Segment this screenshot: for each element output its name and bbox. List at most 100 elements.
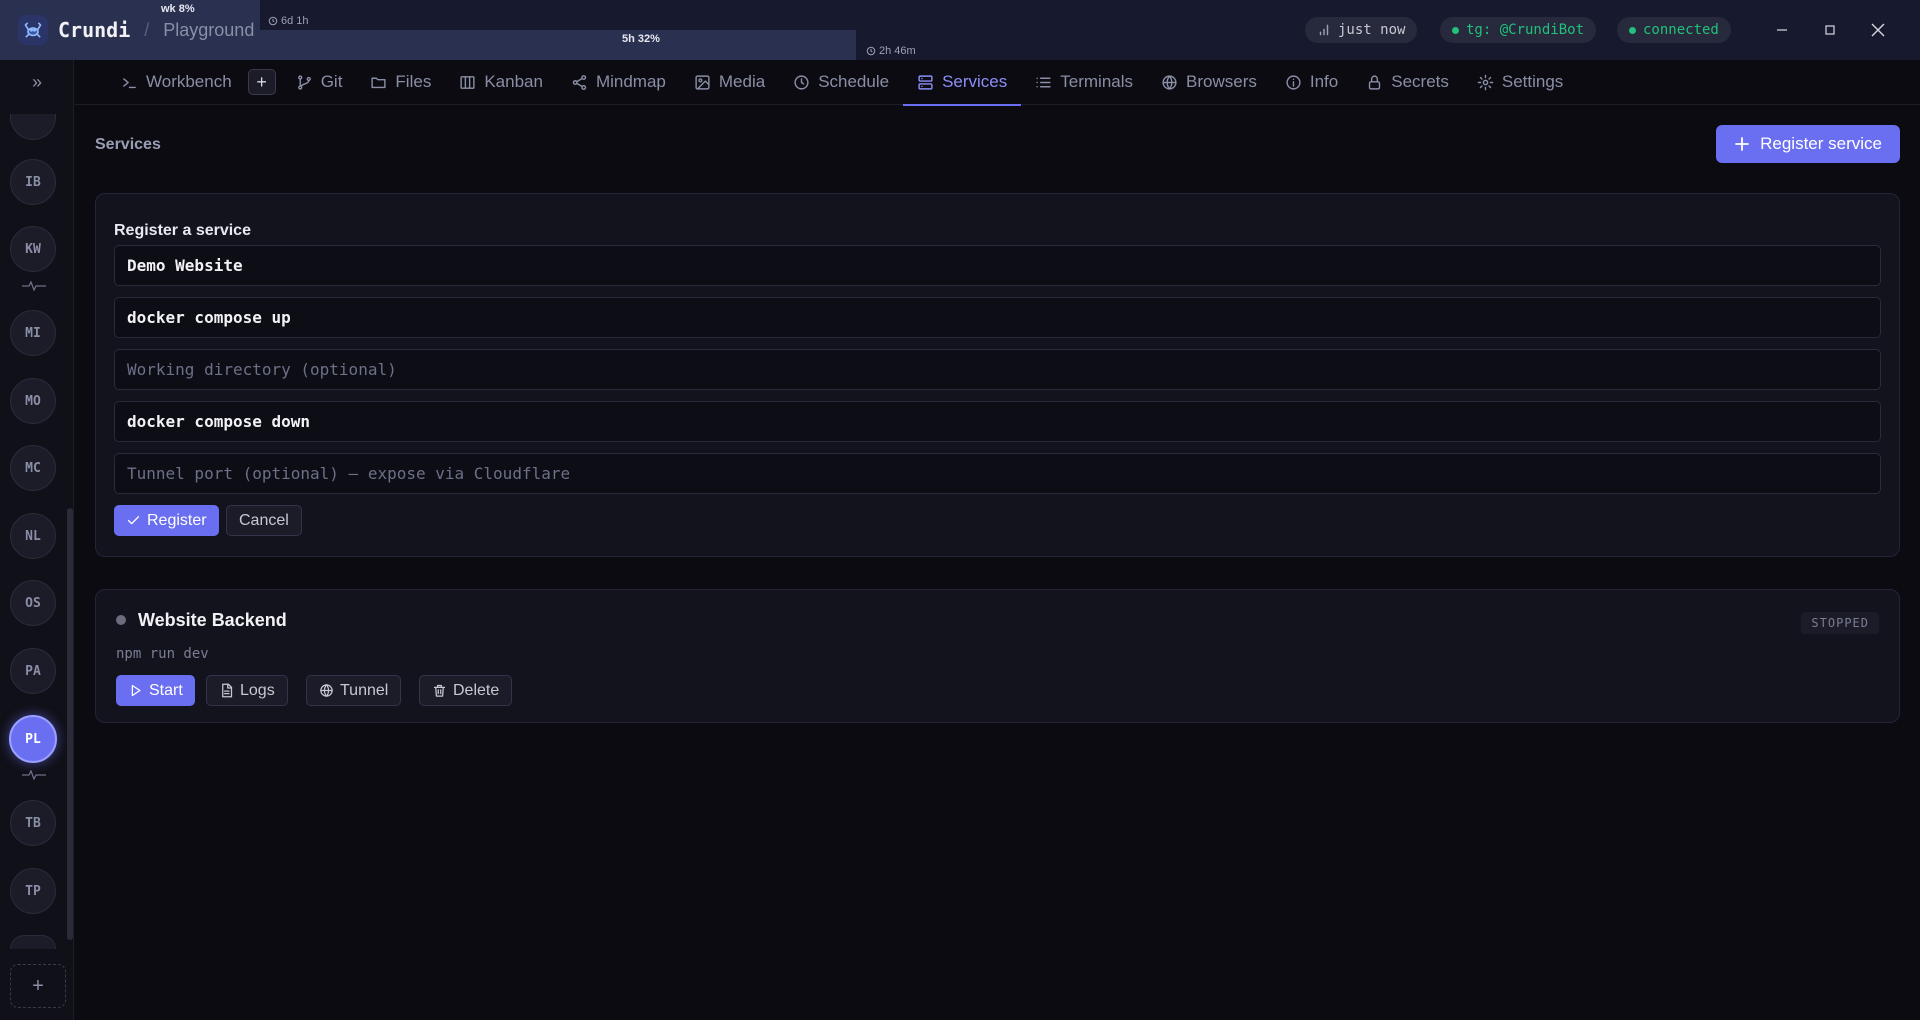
telegram-status-pill[interactable]: tg: @CrundiBot xyxy=(1440,17,1597,43)
brand: Crundi / Playground xyxy=(18,15,254,45)
tab-kanban[interactable]: Kanban xyxy=(445,60,557,105)
sync-status-pill[interactable]: just now xyxy=(1305,17,1418,43)
maximize-window-button[interactable] xyxy=(1810,12,1850,48)
tab-info[interactable]: Info xyxy=(1271,60,1352,105)
delete-label: Delete xyxy=(453,681,500,699)
tab-label: Terminals xyxy=(1060,72,1134,91)
rail-item-project[interactable]: OS xyxy=(10,580,56,626)
telegram-status-dot xyxy=(1452,26,1459,34)
service-name: Website Backend xyxy=(138,610,287,630)
logs-button[interactable]: Logs xyxy=(206,675,288,706)
status-badge: STOPPED xyxy=(1801,612,1879,634)
register-service-label: Register service xyxy=(1760,134,1882,153)
connection-status-pill[interactable]: connected xyxy=(1617,17,1731,43)
rail-item-project[interactable]: MI xyxy=(10,310,56,356)
tab-services[interactable]: Services xyxy=(903,60,1022,106)
activity-pulse-icon xyxy=(22,281,46,291)
weekly-reset-time: 6d 1h xyxy=(268,15,309,27)
start-command-input[interactable] xyxy=(114,297,1881,338)
minimize-window-button[interactable] xyxy=(1762,12,1802,48)
tab-label: Media xyxy=(718,72,766,91)
rail-item-project[interactable]: KW xyxy=(10,226,56,272)
delete-service-button[interactable]: Delete xyxy=(419,675,513,706)
register-service-button[interactable]: Register service xyxy=(1716,125,1900,163)
rail-item-project[interactable]: MC xyxy=(10,445,56,491)
app-name: Crundi xyxy=(58,18,131,42)
crab-logo-icon[interactable] xyxy=(18,15,48,45)
maximize-icon xyxy=(1825,25,1835,35)
rail-item-partial[interactable] xyxy=(10,114,56,140)
tab-git[interactable]: Git xyxy=(282,60,357,105)
weekly-usage-label: wk 8% xyxy=(161,3,195,15)
telegram-status-text: tg: @CrundiBot xyxy=(1466,22,1585,38)
service-command: npm run dev xyxy=(116,646,209,662)
tab-label: Services xyxy=(942,72,1008,91)
play-icon xyxy=(131,684,141,697)
tab-label: Git xyxy=(320,72,343,91)
gear-icon xyxy=(1477,74,1494,90)
rail-item-project[interactable]: TB xyxy=(10,800,56,846)
session-usage-label: 5h 32% xyxy=(622,33,660,45)
tab-settings[interactable]: Settings xyxy=(1463,60,1577,105)
plus-icon: + xyxy=(256,71,267,92)
tab-media[interactable]: Media xyxy=(680,60,779,105)
session-reset-time: 2h 46m xyxy=(866,45,916,57)
tab-terminals[interactable]: Terminals xyxy=(1021,60,1147,105)
tab-mindmap[interactable]: Mindmap xyxy=(557,60,680,105)
rail-item-project[interactable]: TP xyxy=(10,868,56,914)
working-directory-input[interactable] xyxy=(114,349,1881,390)
start-label: Start xyxy=(149,681,183,699)
page-title: Services xyxy=(95,136,161,153)
globe-icon xyxy=(320,684,333,697)
add-project-button[interactable]: + xyxy=(10,964,66,1008)
rail-item-project[interactable]: PA xyxy=(10,648,56,694)
check-icon xyxy=(127,516,140,525)
minimize-icon xyxy=(1777,29,1787,31)
clock-icon xyxy=(794,74,809,90)
expand-rail-button[interactable]: » xyxy=(0,60,74,104)
stop-command-input[interactable] xyxy=(114,401,1881,442)
cancel-label: Cancel xyxy=(239,511,289,529)
trash-icon xyxy=(433,684,446,697)
breadcrumb-separator: / xyxy=(144,19,150,40)
logs-label: Logs xyxy=(240,681,275,699)
tab-label: Mindmap xyxy=(595,72,666,91)
add-workbench-button[interactable]: + xyxy=(247,69,276,95)
submit-register-button[interactable]: Register xyxy=(114,505,219,536)
tab-workbench[interactable]: Workbench xyxy=(107,60,246,105)
cancel-button[interactable]: Cancel xyxy=(226,505,302,536)
tab-schedule[interactable]: Schedule xyxy=(779,60,903,105)
form-title: Register a service xyxy=(114,222,251,239)
tunnel-port-input[interactable] xyxy=(114,453,1881,494)
clock-icon xyxy=(866,46,876,56)
tunnel-button[interactable]: Tunnel xyxy=(306,675,402,706)
rail-item-project[interactable]: IB xyxy=(10,159,56,205)
tab-secrets[interactable]: Secrets xyxy=(1352,60,1463,105)
git-branch-icon xyxy=(297,74,311,90)
session-reset-value: 2h 46m xyxy=(879,45,916,57)
globe-icon xyxy=(1162,74,1177,90)
breadcrumb-project[interactable]: Playground xyxy=(163,20,254,41)
tab-browsers[interactable]: Browsers xyxy=(1147,60,1271,105)
close-window-button[interactable] xyxy=(1858,12,1898,48)
rail-item-project-active[interactable]: PL xyxy=(9,715,57,763)
tab-label: Browsers xyxy=(1186,72,1257,91)
tab-files[interactable]: Files xyxy=(356,60,445,105)
start-service-button[interactable]: Start xyxy=(116,675,195,706)
project-rail: » IB KW MI MO MC NL OS PA PL TB TP + xyxy=(0,60,74,1020)
double-chevron-right-icon: » xyxy=(31,71,42,92)
connection-status-text: connected xyxy=(1643,22,1719,38)
tab-label: Workbench xyxy=(146,72,232,91)
service-status-dot xyxy=(116,615,126,625)
folder-icon xyxy=(371,77,387,88)
lock-icon xyxy=(1369,74,1381,90)
list-icon xyxy=(1036,77,1051,87)
tab-label: Info xyxy=(1309,72,1339,91)
rail-item-project[interactable]: MO xyxy=(10,378,56,424)
rail-scrollbar[interactable] xyxy=(67,508,73,940)
rail-item-project[interactable]: NL xyxy=(10,513,56,559)
info-icon xyxy=(1286,74,1301,90)
service-name-input[interactable] xyxy=(114,245,1881,286)
columns-icon xyxy=(460,75,475,89)
rail-item-partial[interactable] xyxy=(10,935,56,949)
